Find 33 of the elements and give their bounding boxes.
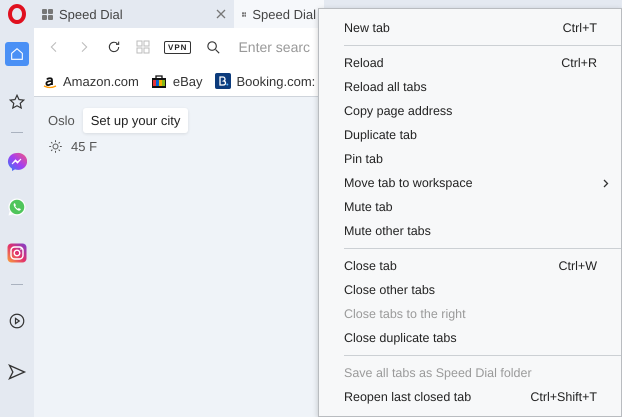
menu-item[interactable]: Copy page address: [319, 99, 621, 123]
reload-icon[interactable]: [106, 39, 122, 55]
menu-item[interactable]: Duplicate tab: [319, 123, 621, 147]
temperature-label: 45 F: [71, 139, 98, 154]
menu-item[interactable]: Reload Ctrl+R: [319, 51, 621, 75]
opera-logo-icon[interactable]: [8, 4, 26, 24]
vpn-badge[interactable]: VPN: [164, 40, 192, 54]
menu-item[interactable]: Mute tab: [319, 195, 621, 219]
grid-icon: [42, 8, 53, 20]
menu-item[interactable]: Close duplicate tabs: [319, 326, 621, 350]
menu-item[interactable]: Move tab to workspace: [319, 171, 621, 195]
address-field[interactable]: Enter searc: [236, 38, 320, 56]
bookmark-link[interactable]: Booking.com:: [236, 74, 316, 88]
bookmark-link[interactable]: eBay: [172, 74, 203, 88]
instagram-icon[interactable]: [5, 241, 29, 265]
home-icon[interactable]: [5, 42, 29, 66]
menu-item[interactable]: Pin tab: [319, 147, 621, 171]
menu-item[interactable]: Close tab Ctrl+W: [319, 254, 621, 278]
menu-item[interactable]: Reopen last closed tab Ctrl+Shift+T: [319, 385, 621, 409]
city-label: Oslo: [48, 113, 75, 128]
messenger-icon[interactable]: [5, 150, 29, 174]
browser-tab[interactable]: Speed Dial: [234, 0, 324, 28]
search-icon: [205, 38, 222, 56]
bookmark-link[interactable]: Amazon.com: [63, 74, 139, 88]
chevron-right-icon: [603, 178, 609, 188]
tooltip: Set up your city: [82, 108, 188, 133]
booking-icon: [214, 73, 231, 89]
menu-item[interactable]: Reload all tabs: [319, 75, 621, 99]
sun-icon: [48, 139, 63, 154]
shopping-bag-icon: [150, 73, 167, 89]
menu-item[interactable]: Close other tabs: [319, 278, 621, 302]
menu-item[interactable]: Mute other tabs: [319, 219, 621, 243]
close-icon[interactable]: [216, 9, 226, 19]
